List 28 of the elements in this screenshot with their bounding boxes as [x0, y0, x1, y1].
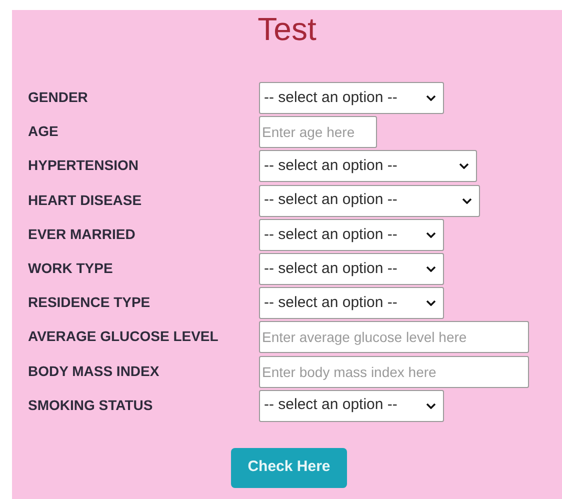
input-field[interactable]: Enter average glucose level here [259, 321, 529, 354]
input-field[interactable]: Enter age here [259, 116, 377, 148]
field-label: SMOKING STATUS [27, 396, 154, 415]
select-dropdown[interactable]: -- select an option -- [259, 218, 444, 251]
field-label: GENDER [27, 88, 89, 107]
field-label: RESIDENCE TYPE [27, 293, 152, 312]
page-title: Test [258, 12, 316, 46]
input-field[interactable]: Enter body mass index here [259, 356, 529, 388]
select-dropdown[interactable]: -- select an option -- [259, 184, 480, 217]
chevron-down-icon [426, 232, 436, 238]
select-dropdown[interactable]: -- select an option -- [259, 390, 444, 422]
field-label: EVER MARRIED [27, 224, 136, 244]
select-dropdown[interactable]: -- select an option -- [259, 150, 477, 182]
select-dropdown[interactable]: -- select an option -- [259, 252, 444, 285]
select-dropdown[interactable]: -- select an option -- [259, 287, 444, 320]
field-label: AGE [27, 122, 60, 142]
chevron-down-icon [426, 402, 436, 409]
field-label: WORK TYPE [27, 258, 114, 278]
field-label: HYPERTENSION [27, 156, 140, 176]
chevron-down-icon [462, 198, 472, 204]
chevron-down-icon [426, 266, 436, 272]
chevron-down-icon [426, 95, 436, 101]
field-label: BODY MASS INDEX [27, 362, 160, 380]
chevron-down-icon [459, 163, 469, 170]
field-label: AVERAGE GLUCOSE LEVEL [27, 327, 220, 346]
select-dropdown[interactable]: -- select an option -- [259, 82, 444, 114]
field-label: HEART DISEASE [27, 190, 143, 210]
chevron-down-icon [426, 300, 436, 306]
